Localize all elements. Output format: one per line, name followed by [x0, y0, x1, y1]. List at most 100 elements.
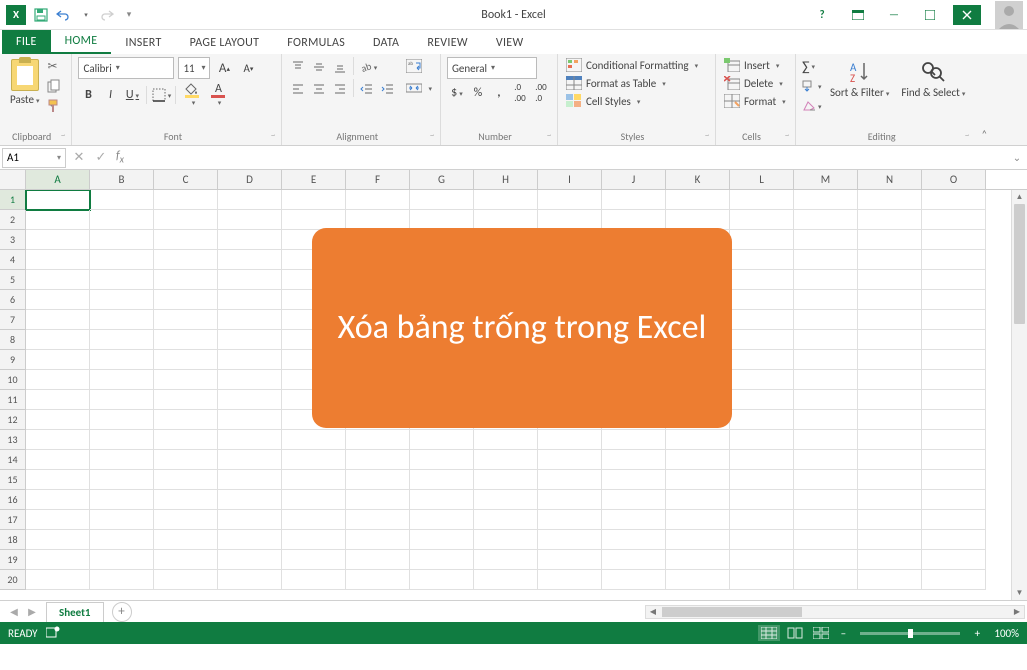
cell[interactable]	[730, 190, 794, 210]
cell[interactable]	[26, 430, 90, 450]
row-header[interactable]: 2	[0, 210, 26, 230]
cell[interactable]	[26, 530, 90, 550]
minimize-icon[interactable]: —	[881, 5, 907, 25]
cell[interactable]	[90, 190, 154, 210]
tab-review[interactable]: REVIEW	[413, 32, 482, 54]
cell[interactable]	[858, 410, 922, 430]
cell[interactable]	[730, 250, 794, 270]
border-button[interactable]	[151, 85, 171, 105]
insert-cells-button[interactable]: Insert	[722, 57, 781, 73]
cell[interactable]	[154, 430, 218, 450]
cell[interactable]	[666, 510, 730, 530]
format-cells-button[interactable]: Format	[722, 93, 788, 109]
cell[interactable]	[26, 250, 90, 270]
cell[interactable]	[538, 430, 602, 450]
cell[interactable]	[90, 490, 154, 510]
bold-button[interactable]: B	[78, 85, 98, 105]
cell[interactable]	[90, 250, 154, 270]
cell[interactable]	[922, 490, 986, 510]
cell[interactable]	[730, 210, 794, 230]
sheet-nav-next-icon[interactable]: ▶	[24, 604, 40, 620]
close-icon[interactable]	[953, 5, 981, 25]
decrease-indent-icon[interactable]	[357, 79, 377, 99]
cell[interactable]	[922, 550, 986, 570]
scroll-down-icon[interactable]: ▼	[1012, 586, 1027, 600]
increase-indent-icon[interactable]	[378, 79, 398, 99]
sort-filter-button[interactable]: AZ Sort & Filter	[826, 57, 893, 101]
find-select-button[interactable]: Find & Select	[897, 57, 969, 101]
ribbon-options-icon[interactable]	[845, 5, 871, 25]
cell[interactable]	[474, 570, 538, 590]
cell[interactable]	[858, 470, 922, 490]
cell[interactable]	[26, 470, 90, 490]
cell[interactable]	[90, 310, 154, 330]
cell[interactable]	[794, 370, 858, 390]
font-name-combo[interactable]: Calibri▾	[78, 57, 174, 79]
conditional-formatting-button[interactable]: Conditional Formatting	[564, 57, 700, 73]
cell[interactable]	[218, 370, 282, 390]
cell[interactable]	[218, 410, 282, 430]
cell[interactable]	[26, 330, 90, 350]
cell[interactable]	[922, 470, 986, 490]
cell[interactable]	[858, 290, 922, 310]
cell[interactable]	[154, 350, 218, 370]
cell[interactable]	[794, 330, 858, 350]
cell[interactable]	[922, 410, 986, 430]
column-header[interactable]: D	[218, 170, 282, 189]
tab-view[interactable]: VIEW	[482, 32, 538, 54]
cell[interactable]	[218, 330, 282, 350]
cell[interactable]	[602, 550, 666, 570]
cell[interactable]	[858, 250, 922, 270]
cell[interactable]	[282, 470, 346, 490]
cell[interactable]	[346, 570, 410, 590]
cell[interactable]	[602, 570, 666, 590]
cell[interactable]	[602, 450, 666, 470]
cell[interactable]	[154, 510, 218, 530]
help-icon[interactable]: ?	[809, 5, 835, 25]
cell[interactable]	[794, 350, 858, 370]
cell[interactable]	[922, 210, 986, 230]
cell[interactable]	[922, 270, 986, 290]
decrease-font-icon[interactable]: A▾	[238, 58, 258, 78]
row-header[interactable]: 18	[0, 530, 26, 550]
cell[interactable]	[538, 570, 602, 590]
cell[interactable]	[26, 270, 90, 290]
cell[interactable]	[794, 250, 858, 270]
user-avatar-icon[interactable]	[995, 1, 1023, 29]
undo-dropdown-icon[interactable]	[76, 6, 94, 24]
undo-icon[interactable]	[54, 6, 72, 24]
cell[interactable]	[922, 450, 986, 470]
cell[interactable]	[346, 550, 410, 570]
cell[interactable]	[538, 210, 602, 230]
cell[interactable]	[154, 290, 218, 310]
align-center-icon[interactable]	[309, 79, 329, 99]
cell[interactable]	[474, 430, 538, 450]
normal-view-icon[interactable]	[758, 625, 780, 641]
cell[interactable]	[218, 530, 282, 550]
cell[interactable]	[858, 190, 922, 210]
cell[interactable]	[538, 530, 602, 550]
cell[interactable]	[26, 230, 90, 250]
format-as-table-button[interactable]: Format as Table	[564, 75, 668, 91]
cell[interactable]	[218, 210, 282, 230]
cell[interactable]	[794, 530, 858, 550]
cell[interactable]	[538, 470, 602, 490]
cell[interactable]	[26, 410, 90, 430]
cell[interactable]	[666, 470, 730, 490]
cell[interactable]	[410, 570, 474, 590]
cell[interactable]	[90, 450, 154, 470]
cell[interactable]	[218, 450, 282, 470]
cell[interactable]	[410, 550, 474, 570]
cell[interactable]	[154, 530, 218, 550]
underline-button[interactable]: U	[122, 85, 142, 105]
cell[interactable]	[282, 430, 346, 450]
cell[interactable]	[730, 290, 794, 310]
row-header[interactable]: 19	[0, 550, 26, 570]
cell[interactable]	[922, 310, 986, 330]
cell[interactable]	[346, 510, 410, 530]
cell[interactable]	[922, 190, 986, 210]
cell[interactable]	[282, 510, 346, 530]
cell[interactable]	[922, 390, 986, 410]
cell[interactable]	[474, 490, 538, 510]
sheet-nav-prev-icon[interactable]: ◀	[6, 604, 22, 620]
